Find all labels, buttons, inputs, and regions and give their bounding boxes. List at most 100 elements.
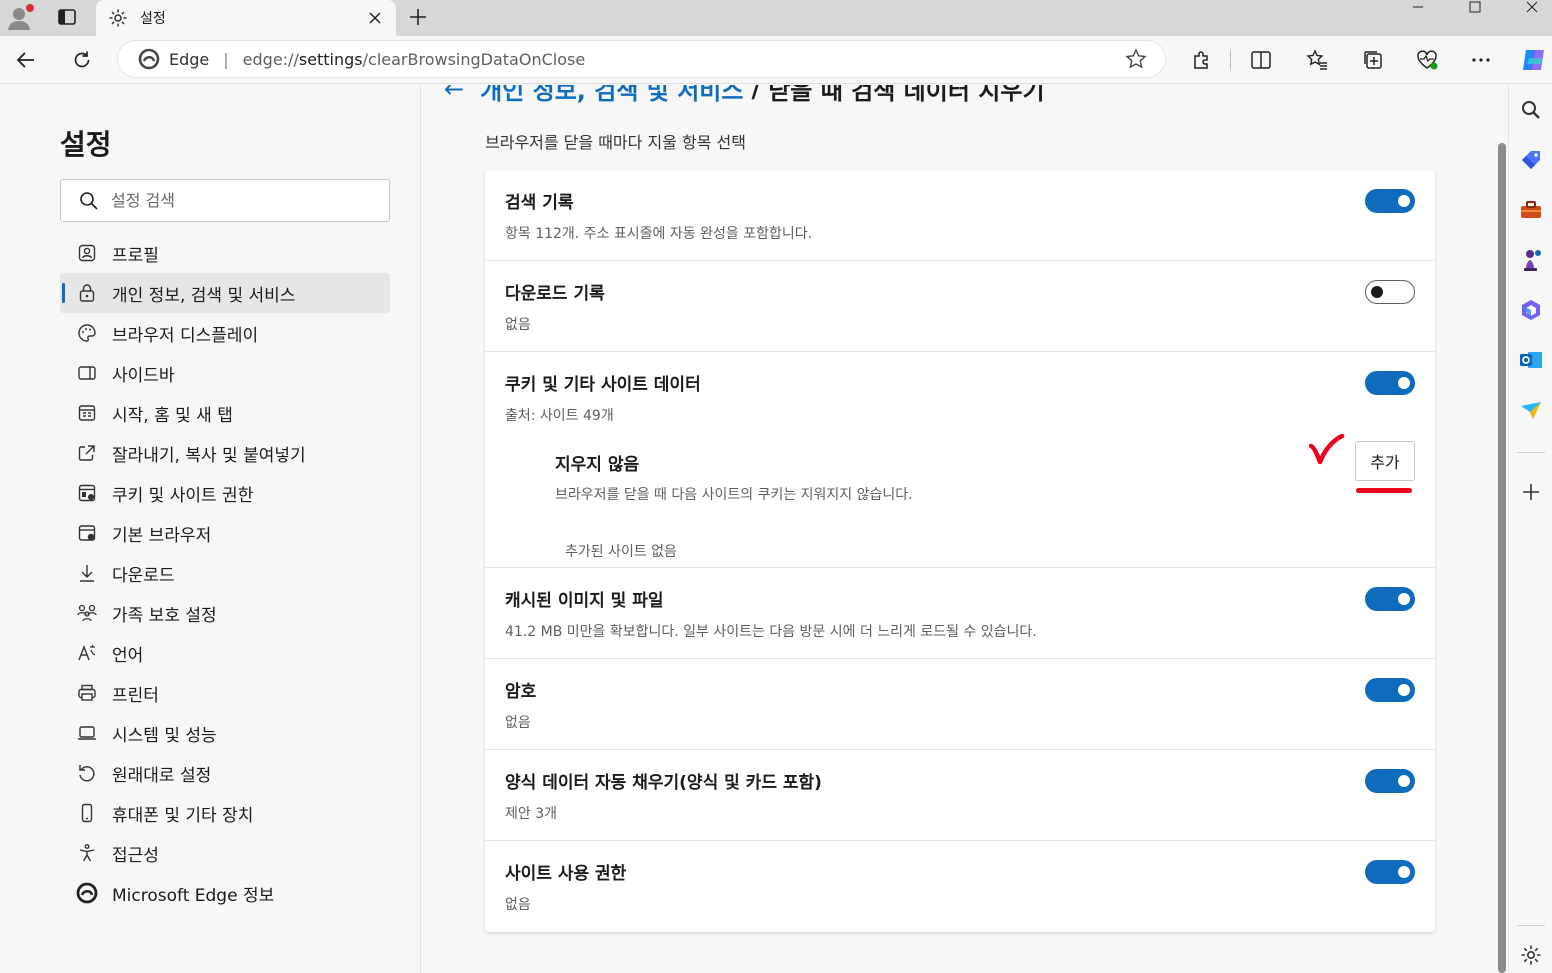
- sidebar-item-reset[interactable]: 원래대로 설정: [60, 753, 390, 793]
- sidebar-item-share-copy-paste[interactable]: 잘라내기, 복사 및 붙여넣기: [60, 433, 390, 473]
- back-button[interactable]: [10, 44, 42, 76]
- new-tab-button[interactable]: [402, 3, 434, 31]
- microsoft365-icon: [1522, 300, 1540, 320]
- sidebar-item-printers[interactable]: 프린터: [60, 673, 390, 713]
- tab-settings[interactable]: 설정: [96, 0, 396, 36]
- sidebar-item-profile[interactable]: 프로필: [60, 233, 390, 273]
- sidebar-shopping-button[interactable]: [1519, 148, 1543, 172]
- sidebar-item-label: 브라우저 디스플레이: [112, 325, 259, 346]
- passwords-toggle[interactable]: [1365, 678, 1415, 702]
- outlook-icon: [1520, 352, 1542, 368]
- sidebar-outlook-button[interactable]: [1519, 348, 1543, 372]
- accessibility-icon: [75, 841, 99, 865]
- sidebar-item-label: 개인 정보, 검색 및 서비스: [112, 285, 296, 306]
- edge-sidebar: [1508, 85, 1552, 973]
- close-icon: [1526, 1, 1538, 13]
- favorite-star-button[interactable]: [1125, 48, 1147, 74]
- sidebar-item-sidebar[interactable]: 사이드바: [60, 353, 390, 393]
- plus-icon: [410, 9, 426, 25]
- nav-title: 설정: [60, 128, 112, 161]
- close-tab-button[interactable]: [364, 7, 386, 29]
- minimize-icon: [1413, 6, 1423, 8]
- setting-description: 41.2 MB 미만을 확보합니다. 일부 사이트는 다음 방문 시에 더 느리…: [505, 624, 1037, 640]
- sidebar-item-label: 프로필: [112, 245, 159, 266]
- search-input[interactable]: [111, 191, 351, 210]
- scrollbar-thumb[interactable]: [1498, 143, 1506, 973]
- sidebar-item-start-home[interactable]: 시작, 홈 및 새 탭: [60, 393, 390, 433]
- dont-clear-section: 지우지 않음 브라우저를 닫을 때 다음 사이트의 쿠키는 지워지지 않습니다.…: [555, 450, 1415, 561]
- red-underline-annotation: [1356, 488, 1412, 493]
- sidebar-divider: [1517, 925, 1545, 926]
- refresh-button[interactable]: [66, 44, 98, 76]
- cached-images-toggle[interactable]: [1365, 587, 1415, 611]
- sidebar-item-languages[interactable]: 언어: [60, 633, 390, 673]
- dont-clear-description: 브라우저를 닫을 때 다음 사이트의 쿠키는 지워지지 않습니다.: [555, 487, 913, 503]
- sidebar-office-button[interactable]: [1519, 298, 1543, 322]
- add-site-button[interactable]: 추가: [1355, 441, 1415, 481]
- sidebar-item-label: 휴대폰 및 기타 장치: [112, 805, 254, 826]
- sidebar-item-privacy[interactable]: 개인 정보, 검색 및 서비스: [60, 273, 390, 313]
- sidebar-item-cookies[interactable]: 쿠키 및 사이트 권한: [60, 473, 390, 513]
- sidebar-item-system[interactable]: 시스템 및 성능: [60, 713, 390, 753]
- setting-row-cookies: 쿠키 및 기타 사이트 데이터 출처: 사이트 49개 지우지 않음 브라우저를…: [485, 352, 1435, 568]
- extensions-button[interactable]: [1186, 44, 1218, 76]
- setting-description: 없음: [505, 317, 531, 333]
- setting-label: 양식 데이터 자동 채우기(양식 및 카드 포함): [505, 773, 822, 793]
- setting-label: 검색 기록: [505, 193, 574, 213]
- laptop-icon: [75, 721, 99, 745]
- edge-logo-icon: [75, 881, 99, 905]
- back-arrow-icon[interactable]: ←: [444, 85, 464, 103]
- collections-button[interactable]: [1357, 44, 1389, 76]
- copilot-icon: [1523, 50, 1544, 70]
- clear-data-card: 검색 기록 항목 112개. 주소 표시줄에 자동 완성을 포함합니다. 다운로…: [485, 170, 1435, 932]
- settings-content: ← 개인 정보, 검색 및 서비스 / 닫을 때 검색 데이터 지우기 브라우저…: [422, 85, 1498, 973]
- split-screen-button[interactable]: [1245, 44, 1277, 76]
- site-permissions-toggle[interactable]: [1365, 860, 1415, 884]
- sidebar-item-label: Microsoft Edge 정보: [112, 885, 275, 906]
- cookies-toggle[interactable]: [1365, 371, 1415, 395]
- sidebar-item-family[interactable]: 가족 보호 설정: [60, 593, 390, 633]
- favorites-icon: [1306, 49, 1327, 70]
- setting-description: 항목 112개. 주소 표시줄에 자동 완성을 포함합니다.: [505, 226, 813, 242]
- star-icon: [1125, 48, 1147, 69]
- sidebar-tools-button[interactable]: [1519, 198, 1543, 222]
- sidebar-item-phone[interactable]: 휴대폰 및 기타 장치: [60, 793, 390, 833]
- sidebar-drop-button[interactable]: [1519, 398, 1543, 422]
- sidebar-settings-button[interactable]: [1519, 943, 1543, 967]
- sidebar-games-button[interactable]: [1519, 248, 1543, 272]
- address-brand: Edge: [169, 49, 210, 69]
- sidebar-item-about[interactable]: Microsoft Edge 정보: [60, 873, 390, 913]
- sidebar-item-label: 프린터: [112, 685, 159, 706]
- search-icon: [80, 191, 98, 210]
- setting-label: 다운로드 기록: [505, 284, 605, 304]
- favorites-button[interactable]: [1301, 44, 1333, 76]
- settings-search[interactable]: [60, 179, 390, 222]
- profile-avatar-button[interactable]: [4, 3, 36, 31]
- setting-label: 캐시된 이미지 및 파일: [505, 591, 664, 611]
- copilot-button[interactable]: [1518, 44, 1550, 76]
- sidebar-item-default-browser[interactable]: 기본 브라우저: [60, 513, 390, 553]
- close-window-button[interactable]: [1509, 0, 1552, 14]
- minimize-button[interactable]: [1395, 0, 1441, 14]
- autofill-toggle[interactable]: [1365, 769, 1415, 793]
- printer-icon: [75, 681, 99, 705]
- setting-row-download-history: 다운로드 기록 없음: [485, 261, 1435, 352]
- download-history-toggle[interactable]: [1365, 280, 1415, 304]
- sidebar-add-button[interactable]: [1519, 480, 1543, 504]
- address-bar[interactable]: Edge | edge://settings/clearBrowsingData…: [118, 41, 1165, 77]
- sidebar-search-button[interactable]: [1519, 98, 1543, 122]
- browser-essentials-button[interactable]: [1411, 44, 1443, 76]
- more-menu-button[interactable]: [1465, 44, 1497, 76]
- no-sites-added-text: 추가된 사이트 없음: [565, 544, 677, 560]
- url-text[interactable]: edge://settings/clearBrowsingDataOnClose: [243, 50, 586, 69]
- browsing-history-toggle[interactable]: [1365, 189, 1415, 213]
- sidebar-item-label: 다운로드: [112, 565, 175, 586]
- breadcrumb-parent-link[interactable]: 개인 정보, 검색 및 서비스: [480, 85, 743, 106]
- family-icon: [75, 601, 99, 625]
- maximize-button[interactable]: [1452, 0, 1498, 14]
- more-horizontal-icon: [1472, 58, 1490, 62]
- sidebar-item-appearance[interactable]: 브라우저 디스플레이: [60, 313, 390, 353]
- tab-actions-button[interactable]: [51, 3, 83, 31]
- sidebar-item-downloads[interactable]: 다운로드: [60, 553, 390, 593]
- sidebar-item-accessibility[interactable]: 접근성: [60, 833, 390, 873]
